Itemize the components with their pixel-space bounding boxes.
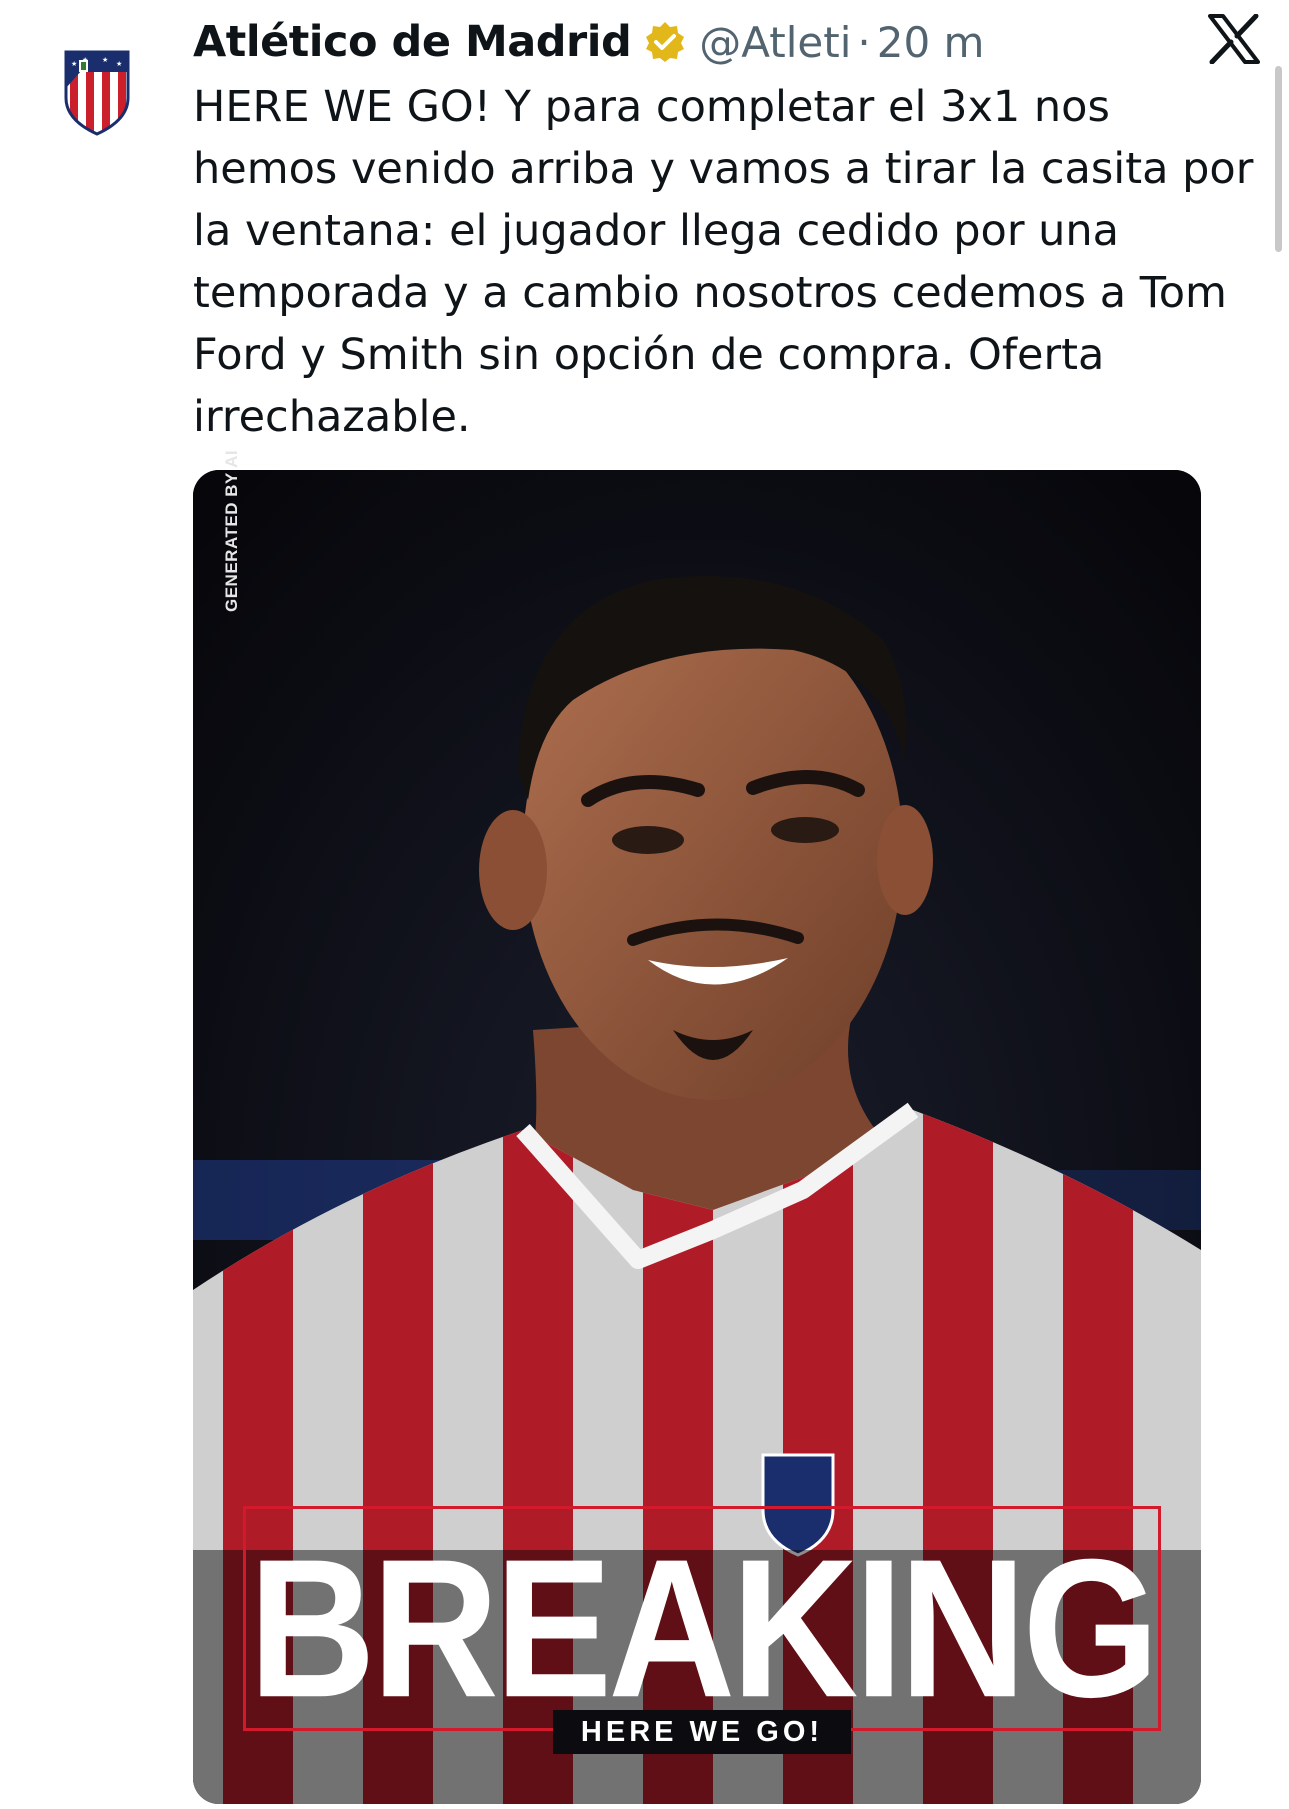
svg-text:★: ★: [116, 60, 122, 68]
svg-text:★: ★: [71, 60, 77, 68]
ai-generated-label: GENERATED BY AI: [222, 449, 241, 612]
scrollbar[interactable]: [1275, 66, 1282, 252]
display-name[interactable]: Atlético de Madrid: [193, 17, 632, 67]
user-handle[interactable]: @Atleti: [699, 18, 851, 67]
verified-badge-icon: [646, 22, 685, 62]
breaking-headline: BREAKING: [248, 1519, 1160, 1739]
svg-text:★: ★: [102, 56, 108, 64]
x-logo-icon[interactable]: [1208, 14, 1260, 64]
here-we-go-caption: HERE WE GO!: [243, 1710, 1161, 1754]
tweet-text: HERE WE GO! Y para completar el 3x1 nos …: [193, 82, 1254, 442]
atletico-crest-icon[interactable]: ★ ★ ★ ★: [62, 48, 132, 136]
here-we-go-text: HERE WE GO!: [552, 1710, 852, 1754]
tweet-header: Atlético de Madrid @Atleti · 20 m: [193, 14, 984, 70]
separator-dot: ·: [857, 17, 871, 67]
timestamp[interactable]: 20 m: [877, 18, 985, 67]
